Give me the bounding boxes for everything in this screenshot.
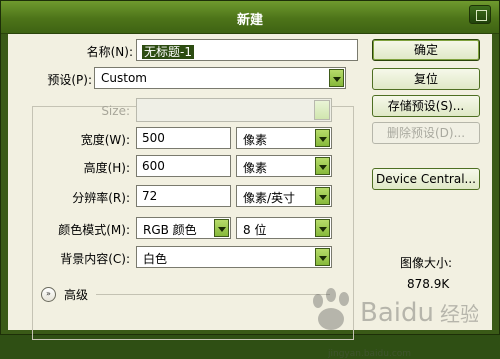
height-input[interactable]: 600: [136, 155, 231, 177]
preset-value: Custom: [101, 71, 147, 85]
resolution-label: 分辨率(R):: [72, 191, 130, 205]
width-label: 宽度(W):: [80, 133, 130, 147]
save-preset-button[interactable]: 存储预设(S)...: [372, 95, 480, 117]
image-size-label: 图像大小:: [400, 256, 453, 270]
ok-button[interactable]: 确定: [372, 39, 480, 61]
bit-depth-value: 8 位: [243, 223, 267, 237]
chevron-down-icon: [315, 187, 330, 205]
chevron-down-icon: [315, 219, 330, 237]
resolution-value: 72: [142, 189, 158, 203]
resolution-unit-value: 像素/英寸: [243, 191, 296, 205]
chevron-down-icon: [329, 69, 344, 87]
delete-preset-button: 删除预设(D)...: [372, 122, 480, 144]
bit-depth-dropdown[interactable]: 8 位: [236, 217, 332, 239]
chevron-down-icon: [315, 129, 330, 147]
color-mode-dropdown[interactable]: RGB 颜色: [136, 217, 231, 239]
chevron-down-icon: [315, 157, 330, 175]
width-unit-dropdown[interactable]: 像素: [236, 127, 332, 149]
close-button[interactable]: [469, 5, 491, 24]
advanced-label[interactable]: 高级: [64, 286, 88, 303]
reset-button[interactable]: 复位: [372, 68, 480, 90]
dialog-body: 名称(N): 无标题-1 预设(P): Custom Size: 宽度(W): …: [8, 34, 492, 359]
expand-advanced-icon[interactable]: »: [41, 287, 56, 302]
name-input[interactable]: 无标题-1: [136, 39, 358, 61]
image-size-value: 878.9K: [407, 277, 450, 291]
title-bar[interactable]: 新建: [1, 1, 499, 34]
name-value: 无标题-1: [142, 45, 194, 59]
chevron-down-icon: [315, 248, 330, 266]
watermark-url: jingyan.baidu.com: [328, 349, 412, 359]
advanced-divider: [96, 294, 330, 295]
size-dropdown: [136, 98, 332, 122]
svg-text:Baidu: Baidu: [360, 298, 434, 328]
close-icon: [476, 10, 487, 21]
height-unit-dropdown[interactable]: 像素: [236, 155, 332, 177]
height-value: 600: [142, 159, 165, 173]
background-value: 白色: [143, 252, 168, 266]
color-mode-value: RGB 颜色: [143, 223, 197, 237]
width-unit-value: 像素: [243, 133, 268, 147]
width-value: 500: [142, 131, 165, 145]
name-label: 名称(N):: [86, 45, 133, 59]
background-label: 背景内容(C):: [60, 252, 130, 266]
chevron-down-icon: [314, 100, 330, 120]
new-document-dialog: 新建 名称(N): 无标题-1 预设(P): Custom Size: 宽度(W…: [0, 0, 500, 359]
size-label: Size:: [101, 104, 130, 118]
resolution-unit-dropdown[interactable]: 像素/英寸: [236, 185, 332, 207]
width-input[interactable]: 500: [136, 127, 231, 149]
device-central-button[interactable]: Device Central...: [372, 168, 480, 190]
chevron-down-icon: [214, 219, 229, 237]
height-label: 高度(H):: [83, 161, 130, 175]
background-dropdown[interactable]: 白色: [136, 246, 332, 268]
svg-text:经验: 经验: [440, 302, 478, 326]
height-unit-value: 像素: [243, 161, 268, 175]
resolution-input[interactable]: 72: [136, 185, 231, 207]
dialog-title: 新建: [236, 13, 263, 28]
preset-dropdown[interactable]: Custom: [94, 67, 346, 89]
preset-label: 预设(P):: [47, 73, 92, 87]
color-mode-label: 颜色模式(M):: [58, 223, 130, 237]
